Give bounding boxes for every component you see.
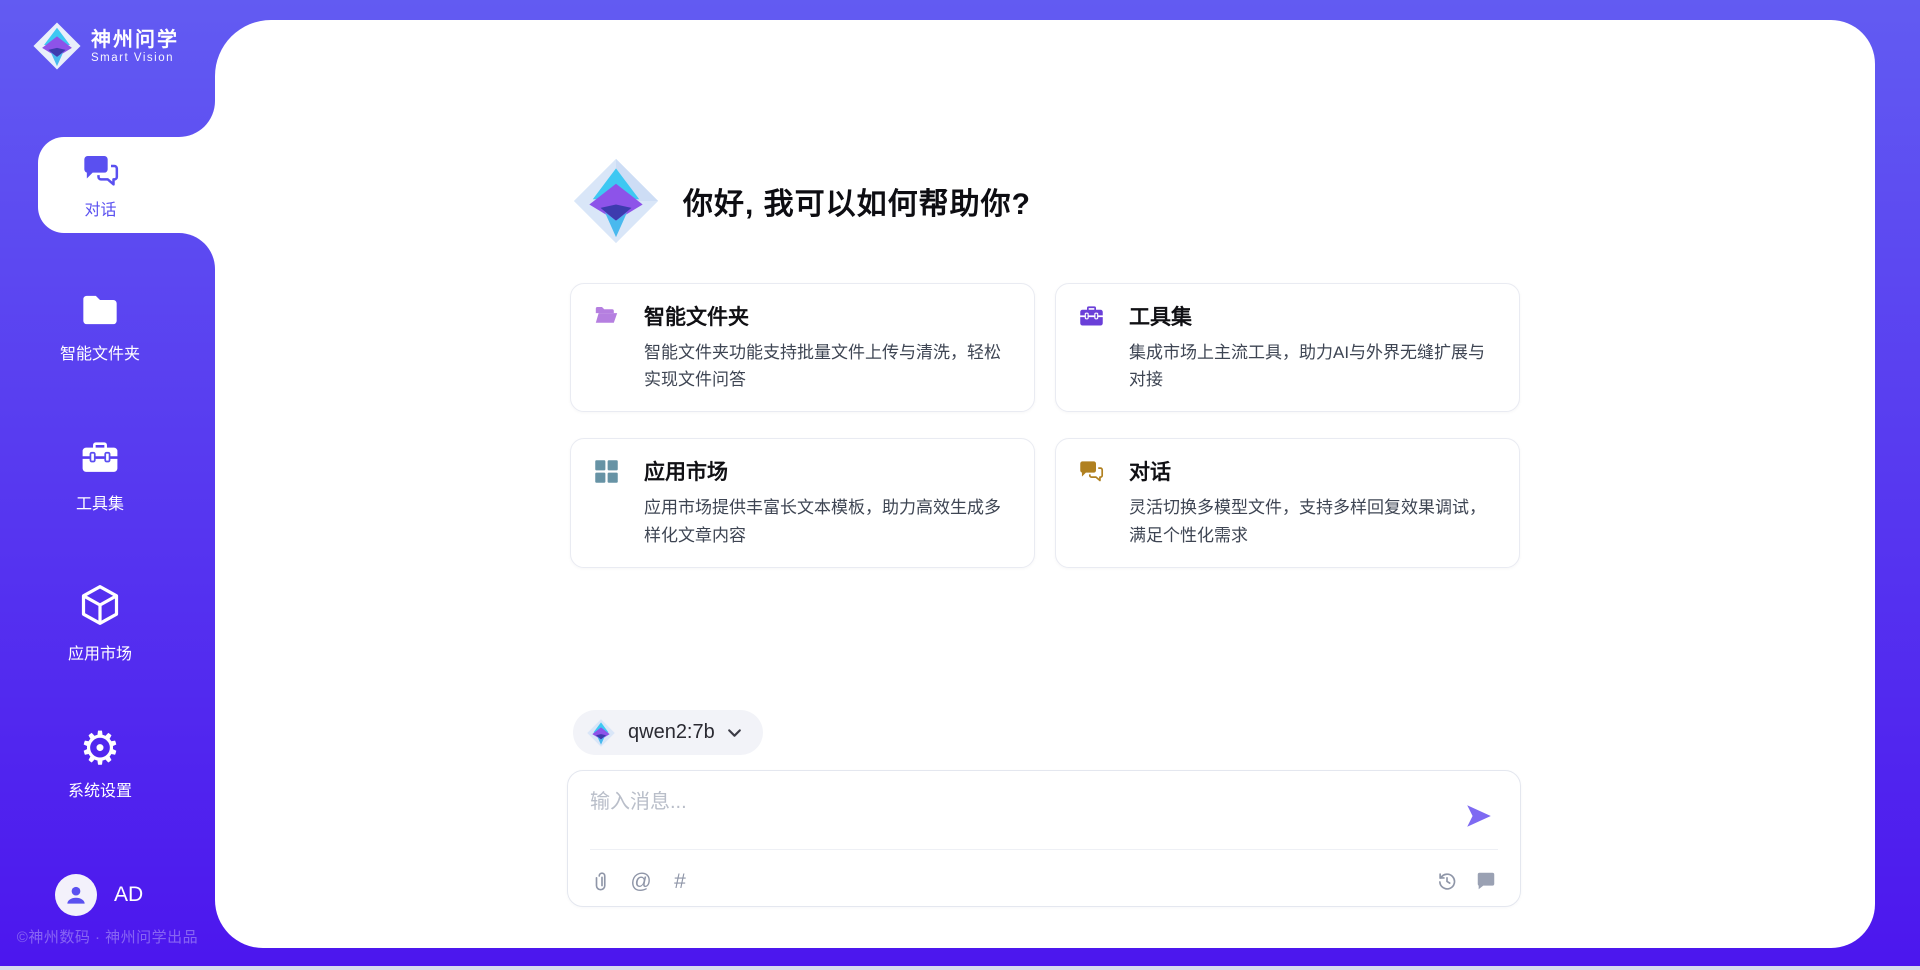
model-name: qwen2:7b: [628, 721, 715, 744]
sidebar-item-label: 智能文件夹: [0, 340, 200, 364]
greeting-title: 你好, 我可以如何帮助你?: [683, 179, 1031, 223]
card-description: 灵活切换多模型文件，支持多样回复效果调试，满足个性化需求: [1129, 494, 1489, 548]
avatar: [55, 874, 97, 916]
folder-icon: [593, 303, 620, 330]
user-profile[interactable]: AD: [55, 874, 143, 916]
briefcase-icon: [79, 438, 121, 478]
chevron-down-icon: [726, 724, 743, 741]
sidebar-item-label: 应用市场: [0, 640, 200, 664]
brand-diamond-icon: [33, 22, 81, 70]
mention-icon[interactable]: @: [629, 869, 653, 893]
sidebar: 神州问学 Smart Vision 对话 智能文件夹 工具集 应用市场: [0, 0, 215, 970]
window-bottom-edge: [0, 966, 1920, 970]
comment-icon[interactable]: [1474, 869, 1498, 893]
chat-icon: [81, 151, 121, 191]
sidebar-item-settings[interactable]: ⚙ 系统设置: [0, 726, 200, 801]
chat-icon: [1078, 458, 1105, 485]
card-description: 应用市场提供丰富长文本模板，助力高效生成多样化文章内容: [644, 494, 1004, 548]
sidebar-item-chat[interactable]: 对话: [38, 137, 215, 233]
person-icon: [63, 882, 89, 908]
model-selector[interactable]: qwen2:7b: [573, 710, 763, 755]
hash-icon[interactable]: #: [668, 869, 692, 893]
cube-icon: [78, 582, 122, 628]
card-description: 智能文件夹功能支持批量文件上传与清洗，轻松实现文件问答: [644, 339, 1004, 393]
card-chat[interactable]: 对话 灵活切换多模型文件，支持多样回复效果调试，满足个性化需求: [1055, 438, 1520, 567]
app-window: { "brand": { "name": "神州问学", "subtitle":…: [0, 0, 1920, 970]
user-initials: AD: [114, 883, 143, 907]
brand-diamond-icon: [573, 158, 659, 244]
card-title: 对话: [1129, 456, 1171, 486]
history-icon[interactable]: [1435, 869, 1459, 893]
brand: 神州问学 Smart Vision: [33, 22, 179, 70]
brand-diamond-icon: [587, 719, 615, 747]
brand-name: 神州问学: [91, 29, 179, 52]
gear-icon: ⚙: [79, 721, 120, 775]
tab-flare-top: [179, 101, 215, 137]
sidebar-item-label: 系统设置: [0, 777, 200, 801]
sidebar-item-label: 对话: [84, 196, 116, 220]
sidebar-item-app-market[interactable]: 应用市场: [0, 582, 200, 664]
card-title: 应用市场: [644, 456, 728, 486]
tab-flare-bottom: [179, 233, 215, 269]
main-panel: 你好, 我可以如何帮助你? 智能文件夹 智能文件夹功能支持批量文件上传与清洗，轻…: [215, 20, 1875, 948]
card-title: 智能文件夹: [644, 301, 749, 331]
message-composer: @ #: [567, 770, 1521, 907]
card-app-market[interactable]: 应用市场 应用市场提供丰富长文本模板，助力高效生成多样化文章内容: [570, 438, 1035, 567]
briefcase-icon: [1078, 303, 1105, 330]
send-icon[interactable]: [1464, 801, 1494, 831]
copyright-note: ©神州数码 · 神州问学出品: [0, 926, 215, 947]
sidebar-item-smart-folder[interactable]: 智能文件夹: [0, 292, 200, 364]
card-toolset[interactable]: 工具集 集成市场上主流工具，助力AI与外界无缝扩展与对接: [1055, 283, 1520, 412]
feature-cards: 智能文件夹 智能文件夹功能支持批量文件上传与清洗，轻松实现文件问答 工具集 集成…: [570, 283, 1520, 568]
card-description: 集成市场上主流工具，助力AI与外界无缝扩展与对接: [1129, 339, 1489, 393]
composer-divider: [590, 849, 1498, 850]
sidebar-item-label: 工具集: [0, 490, 200, 514]
card-smart-folder[interactable]: 智能文件夹 智能文件夹功能支持批量文件上传与清洗，轻松实现文件问答: [570, 283, 1035, 412]
greeting-row: 你好, 我可以如何帮助你?: [573, 158, 1031, 244]
message-input[interactable]: [590, 785, 1440, 841]
folder-icon: [80, 292, 120, 328]
brand-subtitle: Smart Vision: [91, 52, 179, 64]
attachment-icon[interactable]: [590, 869, 614, 893]
sidebar-item-toolset[interactable]: 工具集: [0, 438, 200, 514]
grid-icon: [593, 458, 620, 485]
card-title: 工具集: [1129, 301, 1192, 331]
